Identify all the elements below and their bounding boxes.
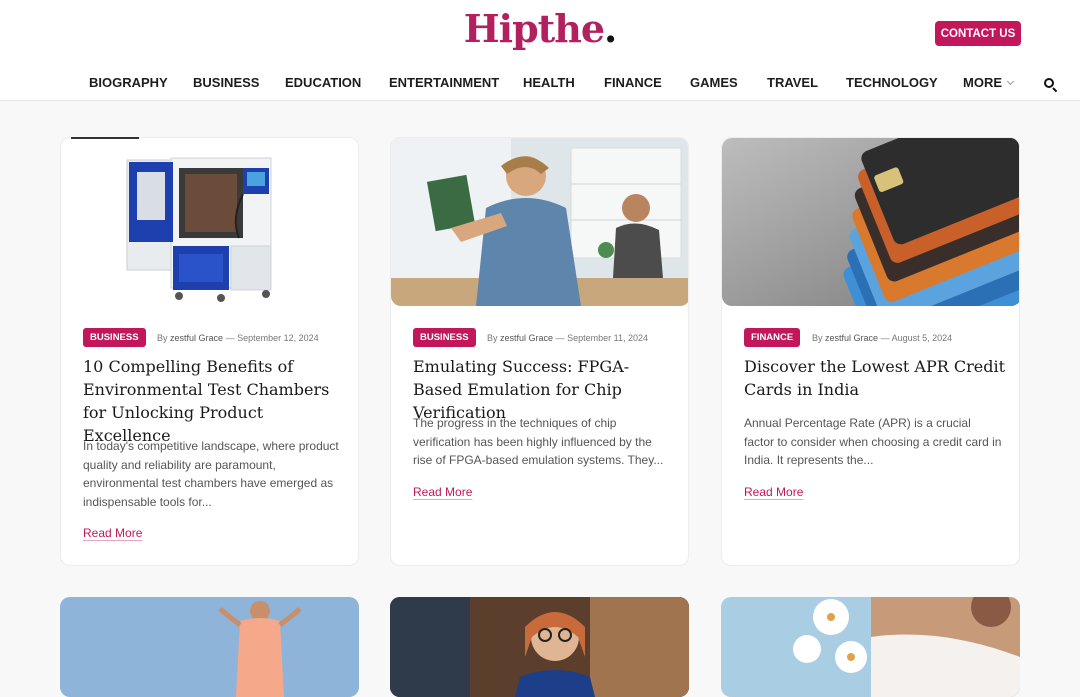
nav-item-games[interactable]: GAMES [690, 75, 738, 90]
post-date: September 12, 2024 [237, 333, 319, 343]
post-card: BUSINESS By zestful Grace — September 12… [60, 137, 359, 566]
site-header: Hipthe. CONTACT US BIOGRAPHY BUSINESS ED… [0, 0, 1080, 101]
nav-item-more[interactable]: MORE [963, 75, 1015, 90]
category-badge[interactable]: BUSINESS [413, 328, 476, 347]
read-more-link[interactable]: Read More [744, 485, 803, 499]
post-title[interactable]: Discover the Lowest APR Credit Cards in … [744, 355, 1006, 401]
post-meta: By zestful Grace — August 5, 2024 [812, 333, 953, 343]
site-logo[interactable]: Hipthe. [0, 6, 1080, 51]
post-excerpt: In today's competitive landscape, where … [83, 439, 339, 509]
post-card: BUSINESS By zestful Grace — September 11… [390, 137, 689, 566]
read-more-link[interactable]: Read More [413, 485, 472, 499]
post-author[interactable]: zestful Grace [825, 333, 878, 343]
post-meta: By zestful Grace — September 12, 2024 [157, 333, 319, 343]
main-nav: BIOGRAPHY BUSINESS EDUCATION ENTERTAINME… [0, 73, 1080, 95]
post-meta: By zestful Grace — September 11, 2024 [487, 333, 648, 343]
post-date: September 11, 2024 [567, 333, 648, 343]
post-image[interactable] [61, 138, 358, 306]
nav-item-technology[interactable]: TECHNOLOGY [846, 75, 938, 90]
nav-item-entertainment[interactable]: ENTERTAINMENT [389, 75, 499, 90]
nav-item-finance[interactable]: FINANCE [604, 75, 662, 90]
post-author[interactable]: zestful Grace [500, 333, 553, 343]
post-title[interactable]: 10 Compelling Benefits of Environmental … [83, 355, 345, 447]
read-more-link[interactable]: Read More [83, 526, 142, 540]
nav-item-travel[interactable]: TRAVEL [767, 75, 818, 90]
search-icon[interactable] [1044, 78, 1058, 93]
category-badge[interactable]: FINANCE [744, 328, 801, 347]
post-image[interactable] [721, 597, 1020, 697]
nav-item-health[interactable]: HEALTH [523, 75, 575, 90]
divider [71, 137, 139, 139]
nav-item-education[interactable]: EDUCATION [285, 75, 361, 90]
post-excerpt: The progress in the techniques of chip v… [413, 416, 664, 467]
category-badge[interactable]: BUSINESS [83, 328, 146, 347]
nav-item-business[interactable]: BUSINESS [193, 75, 259, 90]
post-card: FINANCE By zestful Grace — August 5, 202… [721, 137, 1020, 566]
chevron-down-icon [1006, 77, 1015, 85]
post-author[interactable]: zestful Grace [170, 333, 223, 343]
post-image[interactable] [390, 597, 689, 697]
nav-item-biography[interactable]: BIOGRAPHY [89, 75, 168, 90]
post-image[interactable] [391, 138, 688, 306]
post-date: August 5, 2024 [891, 333, 953, 343]
contact-us-button[interactable]: CONTACT US [935, 21, 1021, 46]
post-excerpt: Annual Percentage Rate (APR) is a crucia… [744, 416, 1002, 467]
post-image[interactable] [722, 138, 1019, 306]
nav-more-label: MORE [963, 75, 1002, 90]
post-image[interactable] [60, 597, 359, 697]
